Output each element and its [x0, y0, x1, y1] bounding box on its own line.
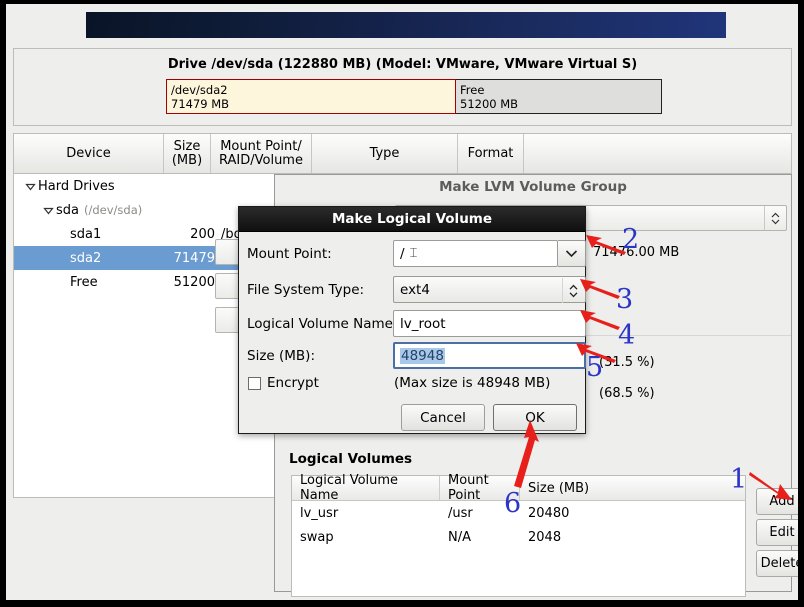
chevron-updown-icon[interactable]: [764, 206, 786, 230]
delete-button[interactable]: Delete: [756, 550, 798, 577]
lvm-dialog-title: Make LVM Volume Group: [439, 179, 627, 195]
partition-segment-sda2[interactable]: /dev/sda2 71479 MB: [166, 79, 456, 114]
partition-segment-free[interactable]: Free 51200 MB: [456, 79, 662, 114]
lvm-free-space-percent: (68.5 %): [599, 386, 655, 401]
column-header-size[interactable]: Size (MB): [164, 134, 211, 173]
mount-point-input[interactable]: / ⌶: [393, 240, 558, 267]
partition-segment-size: 71479 MB: [171, 97, 230, 111]
annotation-arrow-4: [580, 310, 620, 330]
column-header-format-label: Format: [467, 145, 514, 161]
mount-point-value: /: [400, 245, 405, 262]
tree-row-label: sda: [56, 202, 79, 218]
encrypt-label: Encrypt: [267, 375, 319, 391]
edit-button[interactable]: Edit: [756, 519, 798, 546]
chevron-down-icon[interactable]: [22, 181, 38, 192]
column-header-size-line2: (MB): [171, 152, 203, 168]
partition-segment-size: 51200 MB: [460, 97, 519, 111]
file-system-type-select[interactable]: ext4: [393, 276, 586, 303]
max-size-note: (Max size is 48948 MB): [394, 375, 551, 391]
lv-name: swap: [300, 529, 334, 545]
annotation-number-5: 5: [586, 352, 604, 383]
make-logical-volume-title: Make Logical Volume: [239, 207, 585, 232]
lv-column-header-name[interactable]: Logical Volume Name: [292, 473, 440, 503]
lv-size: 20480: [528, 505, 570, 521]
device-table-header: Device Size (MB) Mount Point/ RAID/Volum…: [13, 133, 792, 174]
column-header-spacer: [524, 134, 791, 173]
file-system-type-value: ext4: [400, 281, 430, 298]
mount-point-label: Mount Point:: [247, 246, 332, 262]
chevron-down-icon[interactable]: [40, 205, 56, 216]
cancel-button[interactable]: Cancel: [401, 404, 485, 431]
installer-window: Drive /dev/sda (122880 MB) (Model: VMwar…: [6, 4, 798, 600]
table-row[interactable]: swap N/A 2048: [292, 525, 745, 549]
tree-row-size: 71479: [173, 250, 215, 266]
tree-row-label: Free: [70, 274, 98, 290]
column-header-mount-point[interactable]: Mount Point/ RAID/Volume: [211, 134, 312, 173]
lv-size: 2048: [528, 529, 562, 545]
logical-volumes-heading: Logical Volumes: [289, 451, 413, 467]
annotation-number-4: 4: [618, 320, 636, 351]
drive-summary-title: Drive /dev/sda (122880 MB) (Model: VMwar…: [167, 57, 638, 72]
size-mb-value: 48948: [400, 347, 445, 364]
partition-segment-name: Free: [460, 83, 485, 97]
logical-volume-name-input[interactable]: lv_root: [393, 310, 586, 337]
column-header-size-line1: Size: [173, 138, 201, 154]
column-header-device-label: Device: [66, 145, 111, 161]
lv-column-header-size[interactable]: Size (MB): [520, 476, 745, 500]
annotation-number-6: 6: [504, 488, 522, 519]
size-mb-label: Size (MB):: [247, 348, 315, 364]
drive-partition-bar: /dev/sda2 71479 MB Free 51200 MB: [166, 79, 662, 114]
tree-row[interactable]: Hard Drives: [14, 174, 285, 198]
logical-volume-name-label: Logical Volume Name:: [247, 316, 398, 332]
tree-row-label: sda1: [70, 226, 102, 242]
annotation-arrow-6: [514, 420, 539, 488]
installer-banner: [86, 12, 726, 38]
annotation-number-2: 2: [622, 224, 640, 255]
tree-row-label: sda2: [70, 250, 102, 266]
column-header-mount-line1: Mount Point/: [220, 138, 302, 154]
file-system-type-label: File System Type:: [247, 282, 365, 298]
tree-row-device-path: (/dev/sda): [84, 203, 143, 217]
logical-volume-name-value: lv_root: [400, 315, 446, 332]
annotation-number-1: 1: [730, 464, 748, 495]
tree-row-label: Hard Drives: [38, 178, 115, 194]
drive-summary-panel: Drive /dev/sda (122880 MB) (Model: VMwar…: [13, 48, 792, 126]
column-header-type[interactable]: Type: [312, 134, 458, 173]
encrypt-checkbox[interactable]: [248, 377, 261, 390]
make-logical-volume-dialog: Make Logical Volume Mount Point: / ⌶ Fil…: [238, 206, 586, 434]
column-header-mount-line2: RAID/Volume: [219, 152, 303, 168]
column-header-device[interactable]: Device: [14, 134, 164, 173]
lv-name: lv_usr: [300, 505, 339, 521]
partition-segment-name: /dev/sda2: [171, 83, 228, 97]
annotation-arrow-1: [749, 472, 792, 500]
column-header-type-label: Type: [369, 145, 400, 161]
tree-row-size: 51200: [173, 274, 215, 290]
chevron-down-icon: [565, 250, 578, 258]
text-cursor-icon: ⌶: [409, 246, 418, 261]
tree-row-size: 200: [190, 226, 215, 242]
size-mb-input[interactable]: 48948: [393, 342, 586, 369]
lv-mount: N/A: [448, 529, 471, 545]
column-header-format[interactable]: Format: [458, 134, 524, 173]
